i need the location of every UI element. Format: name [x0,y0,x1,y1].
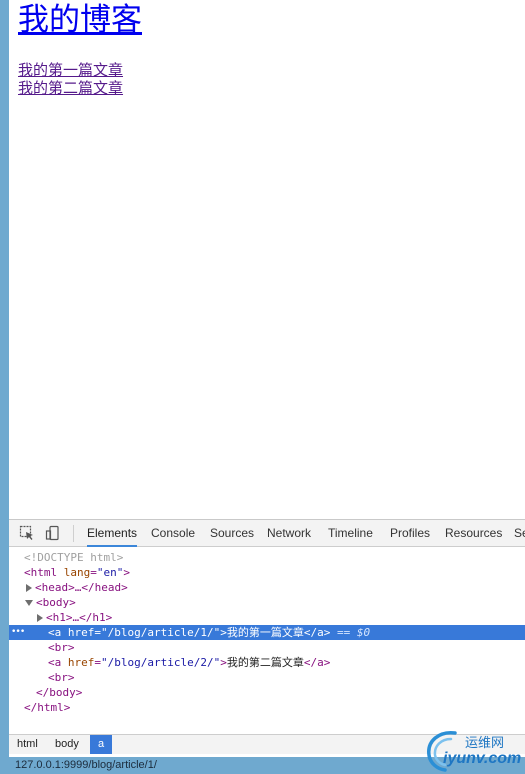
doctype-text: <!DOCTYPE html> [24,551,124,564]
html-open-tag: <html [24,566,58,579]
href-attr: href [67,656,95,669]
toolbar-divider [73,525,74,542]
a-text: 我的第一篇文章 [226,626,304,639]
tab-elements[interactable]: Elements [87,520,138,547]
article-link-2[interactable]: 我的第二篇文章 [18,80,123,97]
head-collapsed-tag: <head>…</head> [35,581,128,594]
href-value: "/blog/article/2/" [101,656,221,669]
br-tag: <br> [48,641,75,654]
html-close-tag: </html> [24,701,71,714]
a-text: 我的第二篇文章 [226,656,304,669]
tab-resources[interactable]: Resources [445,520,502,547]
dom-node-a[interactable]: <a href="/blog/article/2/">我的第二篇文章</a> [9,655,525,670]
body-open-tag: <body> [36,596,76,609]
br-tag: <br> [48,671,75,684]
dom-node-body-close[interactable]: </body> [9,685,525,700]
body-close-tag: </body> [36,686,83,699]
article-link-1[interactable]: 我的第一篇文章 [18,62,123,79]
expand-triangle-icon[interactable] [26,584,32,592]
a-open-tag: <a [48,656,62,669]
page-viewport: 我的博客 我的第一篇文章 我的第二篇文章 [9,0,525,519]
breadcrumb-body[interactable]: body [47,735,87,754]
window-left-frame [0,0,9,757]
watermark-cn: 运维网 [465,736,505,751]
href-value: "/blog/article/1/" [101,626,221,639]
breadcrumb-a[interactable]: a [90,735,113,754]
dom-node-h1[interactable]: <h1>…</h1> [9,610,525,625]
more-actions-icon[interactable]: ••• [11,625,25,640]
tab-console[interactable]: Console [151,520,195,547]
devtools-panel: Elements Console Sources Network Timelin… [9,519,525,757]
breadcrumb-html[interactable]: html [9,735,46,754]
status-url: 127.0.0.1:9999/blog/article/1/ [15,759,157,771]
dom-tree: <!DOCTYPE html> <html lang="en"> <head>…… [9,548,525,734]
inspect-element-icon[interactable] [19,525,35,541]
tab-overflow[interactable]: Se [514,520,525,547]
a-open-tag: <a [48,626,62,639]
dom-node-html[interactable]: <html lang="en"> [9,565,525,580]
watermark-en: iyunv.com [443,750,522,767]
collapse-triangle-icon[interactable] [25,600,33,606]
dom-node-html-close[interactable]: </html> [9,700,525,715]
tab-timeline[interactable]: Timeline [328,520,373,547]
a-close-tag: </a> [303,656,331,669]
a-close-tag: </a> [303,626,331,639]
tab-sources[interactable]: Sources [210,520,254,547]
tab-profiles[interactable]: Profiles [390,520,430,547]
watermark-logo: 运维网 iyunv.com [421,727,525,774]
href-attr: href [67,626,95,639]
expand-triangle-icon[interactable] [37,614,43,622]
dom-node-br[interactable]: <br> [9,670,525,685]
page-title-link[interactable]: 我的博客 [18,0,142,40]
dom-node-body[interactable]: <body> [9,595,525,610]
dom-node-doctype[interactable]: <!DOCTYPE html> [9,550,525,565]
dom-node-head[interactable]: <head>…</head> [9,580,525,595]
selected-ref: == $0 [336,626,371,639]
tab-network[interactable]: Network [267,520,311,547]
lang-value: "en" [96,566,124,579]
device-mode-icon[interactable] [45,525,61,541]
html-open-bracket: > [123,566,130,579]
lang-attr: lang [63,566,91,579]
h1-collapsed-tag: <h1>…</h1> [46,611,113,624]
dom-node-a-selected[interactable]: ••• <a href="/blog/article/1/">我的第一篇文章</… [9,625,525,640]
devtools-toolbar: Elements Console Sources Network Timelin… [9,520,525,547]
dom-node-br[interactable]: <br> [9,640,525,655]
